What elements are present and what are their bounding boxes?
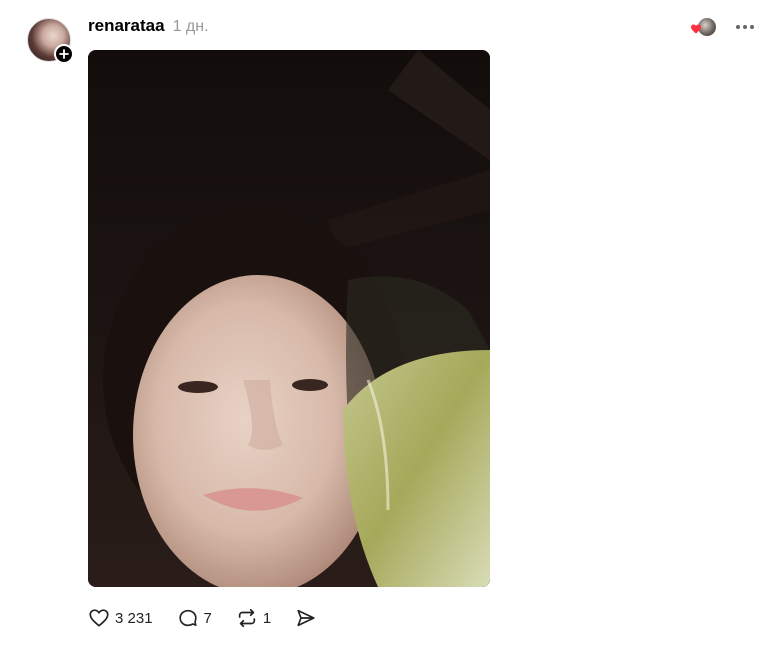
photo-image [88,50,490,587]
post: renarataa 1 дн. 3 231 7 1 [0,0,760,649]
more-dot [750,25,754,29]
post-top-right [690,17,760,37]
post-header: renarataa 1 дн. [88,16,209,36]
like-count: 3 231 [115,609,153,627]
reply-count: 7 [203,609,212,627]
username[interactable]: renarataa [88,16,165,36]
plus-icon [59,49,69,59]
reply-button[interactable]: 7 [177,607,212,629]
post-photo[interactable] [88,50,490,587]
send-icon [297,609,315,627]
post-time: 1 дн. [172,18,209,35]
share-button[interactable] [295,607,317,629]
post-actions: 3 231 7 1 [88,605,341,631]
author-avatar-container[interactable] [27,18,74,64]
more-dots-icon [736,25,740,29]
repost-icon [238,608,256,628]
liked-by-indicator[interactable] [690,17,716,37]
like-button[interactable]: 3 231 [88,607,153,629]
comment-bubble-icon [178,609,197,627]
repost-count: 1 [262,609,272,627]
heart-icon [691,24,701,34]
more-dot [743,25,747,29]
repost-button[interactable]: 1 [236,607,271,629]
more-options-button[interactable] [736,17,760,37]
heart-outline-icon [89,609,109,627]
follow-button[interactable] [54,44,74,64]
